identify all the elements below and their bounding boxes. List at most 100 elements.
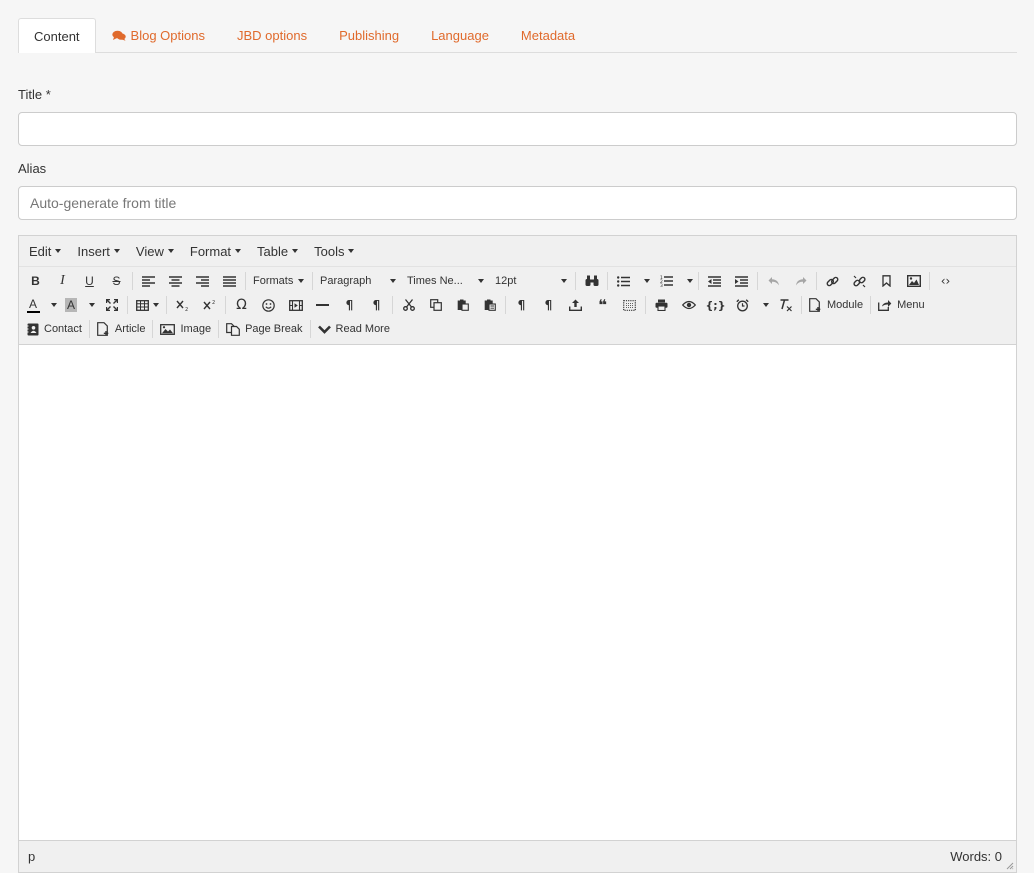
alias-input[interactable] xyxy=(18,186,1017,220)
editor-toolbar: B I U S Formats Paragraph Times Ne... 12… xyxy=(19,267,1016,345)
tab-metadata[interactable]: Metadata xyxy=(505,18,591,52)
resize-handle-icon[interactable] xyxy=(1006,862,1014,870)
align-left-button[interactable] xyxy=(135,270,162,292)
template-button[interactable]: {;} xyxy=(702,294,729,316)
underline-button[interactable]: U xyxy=(76,270,103,292)
redo-button[interactable] xyxy=(787,270,814,292)
toolbar-separator xyxy=(218,320,220,338)
tab-language[interactable]: Language xyxy=(415,18,505,52)
image-button[interactable]: Image xyxy=(155,318,216,340)
tab-blog-options[interactable]: Blog Options xyxy=(96,18,221,52)
indent-button[interactable] xyxy=(728,270,755,292)
align-right-button[interactable] xyxy=(189,270,216,292)
menu-format[interactable]: Format xyxy=(184,236,247,267)
module-button[interactable]: Module xyxy=(804,294,868,316)
pilcrow-icon: ¶ xyxy=(372,298,381,312)
anchor-button[interactable] xyxy=(873,270,900,292)
outdent-button[interactable] xyxy=(701,270,728,292)
align-center-icon xyxy=(169,275,182,287)
paste-button[interactable] xyxy=(449,294,476,316)
page-break-button[interactable]: Page Break xyxy=(221,318,307,340)
block-format-value: Paragraph xyxy=(320,275,372,287)
subscript-icon: 2 xyxy=(175,300,188,311)
share-icon xyxy=(878,300,892,311)
block-format-select[interactable]: Paragraph xyxy=(315,270,402,292)
numbered-list-options[interactable] xyxy=(680,270,696,292)
copy-button[interactable] xyxy=(422,294,449,316)
align-center-button[interactable] xyxy=(162,270,189,292)
table-icon xyxy=(135,299,149,311)
insert-link-button[interactable] xyxy=(819,270,846,292)
rtl-direction-button[interactable]: ¶ xyxy=(363,294,390,316)
element-path[interactable]: p xyxy=(28,849,35,864)
tab-publishing[interactable]: Publishing xyxy=(323,18,415,52)
italic-button[interactable]: I xyxy=(49,270,76,292)
visual-blocks-button[interactable]: ¶ xyxy=(535,294,562,316)
link-icon xyxy=(826,276,839,286)
font-size-select[interactable]: 12pt xyxy=(490,270,573,292)
fullscreen-icon xyxy=(105,299,118,311)
source-code-button[interactable]: ‹› xyxy=(932,270,959,292)
strikethrough-button[interactable]: S xyxy=(103,270,130,292)
tab-jbd-options[interactable]: JBD options xyxy=(221,18,323,52)
insert-media-button[interactable] xyxy=(282,294,309,316)
bold-button[interactable]: B xyxy=(22,270,49,292)
print-button[interactable] xyxy=(648,294,675,316)
find-replace-button[interactable] xyxy=(578,270,605,292)
upload-button[interactable] xyxy=(562,294,589,316)
insert-image-button[interactable] xyxy=(900,270,927,292)
preview-button[interactable] xyxy=(675,294,702,316)
tab-content[interactable]: Content xyxy=(18,18,96,53)
read-more-button[interactable]: Read More xyxy=(313,318,395,340)
toolbar-separator xyxy=(88,320,90,338)
editor-content-area[interactable] xyxy=(19,345,1016,840)
clear-formatting-button[interactable] xyxy=(772,294,799,316)
toolbar-row: A A 2 2 Ω ¶ ¶ ¶ ¶ ❝ {;} Module Menu xyxy=(22,293,1016,317)
special-character-button[interactable]: Ω xyxy=(228,294,255,316)
emoticons-button[interactable] xyxy=(255,294,282,316)
menu-table[interactable]: Table xyxy=(251,236,304,267)
scissors-icon xyxy=(402,299,415,311)
caret-down-icon xyxy=(152,303,159,307)
align-justify-button[interactable] xyxy=(216,270,243,292)
ltr-direction-button[interactable]: ¶ xyxy=(336,294,363,316)
cut-button[interactable] xyxy=(395,294,422,316)
contact-button[interactable]: Contact xyxy=(22,318,87,340)
menu-tools[interactable]: Tools xyxy=(308,236,360,267)
horizontal-rule-button[interactable] xyxy=(309,294,336,316)
menu-edit[interactable]: Edit xyxy=(23,236,67,267)
caret-down-icon xyxy=(89,303,95,307)
undo-button[interactable] xyxy=(760,270,787,292)
insert-datetime-button[interactable] xyxy=(729,294,756,316)
alias-label: Alias xyxy=(18,161,47,176)
toolbar-separator xyxy=(392,296,393,314)
chevron-down-icon xyxy=(317,325,331,334)
formats-dropdown[interactable]: Formats xyxy=(248,270,310,292)
blockquote-button[interactable]: ❝ xyxy=(589,294,616,316)
insert-datetime-options[interactable] xyxy=(756,294,772,316)
visual-chars-button[interactable]: ¶ xyxy=(508,294,535,316)
bullet-list-button[interactable] xyxy=(610,270,637,292)
svg-text:3: 3 xyxy=(660,283,663,287)
paste-as-text-button[interactable] xyxy=(476,294,503,316)
tab-label: Content xyxy=(34,28,80,44)
text-color-button[interactable]: A xyxy=(22,294,44,316)
background-color-options[interactable] xyxy=(82,294,98,316)
title-input[interactable] xyxy=(18,112,1017,146)
remove-link-button[interactable] xyxy=(846,270,873,292)
menu-view[interactable]: View xyxy=(130,236,180,267)
superscript-button[interactable]: 2 xyxy=(196,294,223,316)
visual-aid-button[interactable] xyxy=(616,294,643,316)
font-family-select[interactable]: Times Ne... xyxy=(402,270,490,292)
subscript-button[interactable]: 2 xyxy=(169,294,196,316)
menu-insert[interactable]: Insert xyxy=(71,236,126,267)
fullscreen-button[interactable] xyxy=(98,294,125,316)
numbered-list-button[interactable]: 123 xyxy=(653,270,680,292)
bullet-list-options[interactable] xyxy=(637,270,653,292)
article-button[interactable]: Article xyxy=(92,318,151,340)
menu-button[interactable]: Menu xyxy=(873,294,930,316)
text-color-options[interactable] xyxy=(44,294,60,316)
table-button[interactable] xyxy=(130,294,164,316)
grid-icon xyxy=(623,299,636,311)
background-color-button[interactable]: A xyxy=(60,294,82,316)
